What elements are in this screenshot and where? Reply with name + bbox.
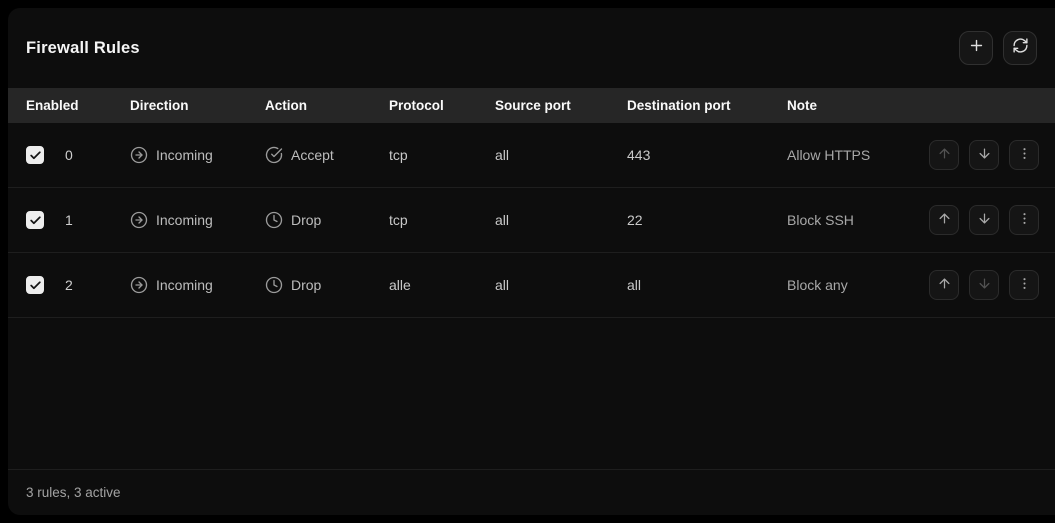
rule-enabled-checkbox[interactable]	[26, 276, 44, 294]
toolbar	[959, 31, 1037, 65]
table-row: 1 Incoming Drop tcp all 22 Block SSH	[8, 188, 1055, 253]
note-cell: Allow HTTPS	[787, 147, 929, 163]
column-header-destination-port: Destination port	[627, 98, 787, 113]
arrow-down-icon	[977, 146, 992, 164]
move-up-button[interactable]	[929, 140, 959, 170]
direction-label: Incoming	[156, 212, 213, 228]
table-header: Enabled Direction Action Protocol Source…	[8, 88, 1055, 123]
kebab-menu-icon	[1017, 211, 1032, 229]
circle-check-icon	[265, 146, 283, 164]
source-port-cell: all	[495, 212, 627, 228]
row-menu-button[interactable]	[1009, 140, 1039, 170]
refresh-button[interactable]	[1003, 31, 1037, 65]
table-row: 0 Incoming Accept tcp all 443 Allow HTTP…	[8, 123, 1055, 188]
arrow-up-icon	[937, 146, 952, 164]
destination-port-cell: all	[627, 277, 787, 293]
clock-icon	[265, 211, 283, 229]
action-label: Drop	[291, 277, 321, 293]
table-row: 2 Incoming Drop alle all all Block any	[8, 253, 1055, 318]
firewall-rules-panel: Firewall Rules Enabled Direction Action …	[8, 8, 1055, 515]
kebab-menu-icon	[1017, 276, 1032, 294]
move-down-button[interactable]	[969, 205, 999, 235]
action-label: Accept	[291, 147, 334, 163]
refresh-icon	[1012, 37, 1029, 59]
protocol-cell: tcp	[389, 147, 495, 163]
action-label: Drop	[291, 212, 321, 228]
move-up-button[interactable]	[929, 205, 959, 235]
direction-label: Incoming	[156, 277, 213, 293]
protocol-cell: alle	[389, 277, 495, 293]
rule-index: 1	[65, 212, 73, 228]
check-icon	[29, 214, 42, 227]
rules-summary: 3 rules, 3 active	[26, 485, 121, 500]
source-port-cell: all	[495, 147, 627, 163]
column-header-action: Action	[265, 98, 389, 113]
column-header-source-port: Source port	[495, 98, 627, 113]
arrow-up-icon	[937, 276, 952, 294]
protocol-cell: tcp	[389, 212, 495, 228]
arrow-down-icon	[977, 211, 992, 229]
move-up-button[interactable]	[929, 270, 959, 300]
kebab-menu-icon	[1017, 146, 1032, 164]
clock-icon	[265, 276, 283, 294]
add-rule-button[interactable]	[959, 31, 993, 65]
table-empty-area	[8, 318, 1055, 469]
column-header-direction: Direction	[130, 98, 265, 113]
rule-index: 2	[65, 277, 73, 293]
row-menu-button[interactable]	[1009, 270, 1039, 300]
rule-enabled-checkbox[interactable]	[26, 146, 44, 164]
plus-icon	[968, 37, 985, 59]
destination-port-cell: 443	[627, 147, 787, 163]
rule-enabled-checkbox[interactable]	[26, 211, 44, 229]
arrow-right-circle-icon	[130, 146, 148, 164]
page-title: Firewall Rules	[26, 39, 140, 58]
column-header-note: Note	[787, 98, 929, 113]
column-header-enabled: Enabled	[26, 98, 130, 113]
check-icon	[29, 149, 42, 162]
arrow-right-circle-icon	[130, 276, 148, 294]
panel-header: Firewall Rules	[8, 8, 1055, 88]
note-cell: Block any	[787, 277, 929, 293]
check-icon	[29, 279, 42, 292]
column-header-protocol: Protocol	[389, 98, 495, 113]
panel-footer: 3 rules, 3 active	[8, 469, 1055, 515]
move-down-button[interactable]	[969, 140, 999, 170]
destination-port-cell: 22	[627, 212, 787, 228]
source-port-cell: all	[495, 277, 627, 293]
move-down-button[interactable]	[969, 270, 999, 300]
arrow-up-icon	[937, 211, 952, 229]
arrow-down-icon	[977, 276, 992, 294]
rule-index: 0	[65, 147, 73, 163]
note-cell: Block SSH	[787, 212, 929, 228]
row-menu-button[interactable]	[1009, 205, 1039, 235]
direction-label: Incoming	[156, 147, 213, 163]
arrow-right-circle-icon	[130, 211, 148, 229]
